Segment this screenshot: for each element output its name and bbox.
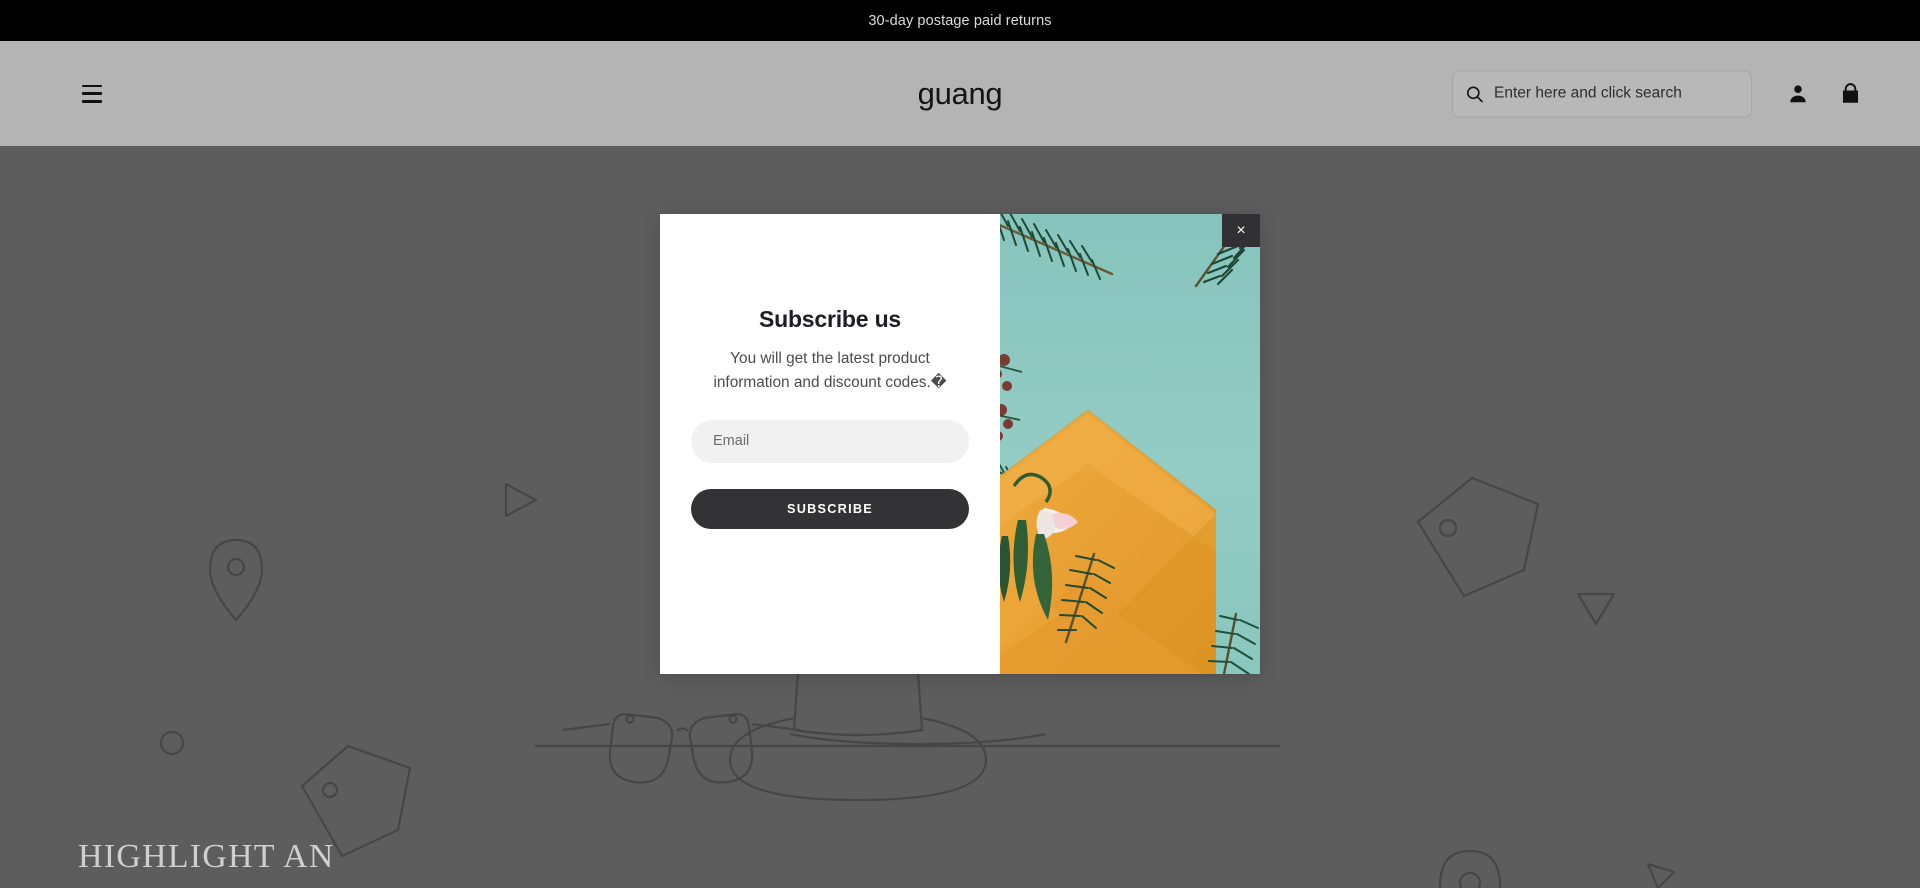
hamburger-line [82,99,102,103]
hero-heading: HIGHLIGHT AN [78,838,335,875]
user-account-icon[interactable] [1772,70,1824,117]
subscribe-modal-image: × [1000,214,1260,674]
shopping-bag-icon[interactable] [1824,70,1876,117]
search-icon [1466,85,1483,102]
subscribe-modal-description: You will get the latest product informat… [713,350,947,391]
search-box[interactable] [1452,70,1752,117]
page-root: 30-day postage paid returns guang Enter … [0,0,1920,888]
announcement-bar: 30-day postage paid returns [0,0,1920,41]
hamburger-line [82,84,102,88]
subscribe-modal: Subscribe us You will get the latest pro… [660,214,1260,674]
search-input[interactable] [1494,84,1739,103]
site-header: guang [0,41,1920,146]
subscribe-button[interactable]: SUBSCRIBE [691,488,969,529]
envelope-photo [1000,214,1260,674]
hamburger-line [82,92,102,95]
announcement-text: 30-day postage paid returns [868,12,1052,29]
close-icon[interactable]: × [1222,214,1260,247]
brand-logo[interactable]: guang [918,76,1003,112]
header-actions [1452,70,1876,117]
subscribe-modal-title: Subscribe us [758,306,902,332]
subscribe-modal-form: Subscribe us You will get the latest pro… [660,214,1000,674]
hamburger-menu-icon[interactable] [82,82,112,106]
email-input[interactable] [691,419,969,463]
